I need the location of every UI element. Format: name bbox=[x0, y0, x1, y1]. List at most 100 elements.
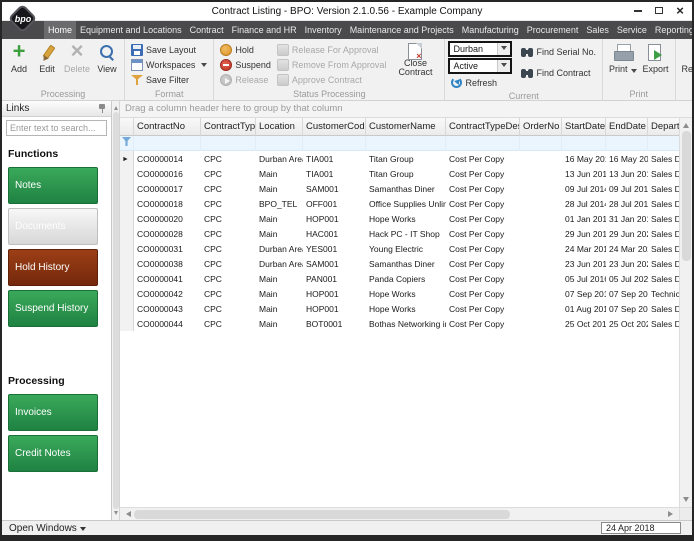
scroll-up-icon[interactable] bbox=[683, 120, 689, 128]
filter-cell-orderno[interactable] bbox=[520, 136, 562, 151]
filter-cell-contractno[interactable] bbox=[134, 136, 201, 151]
tab-equipment-and-locations[interactable]: Equipment and Locations bbox=[76, 21, 186, 39]
filter-cell-contracttypedesc[interactable] bbox=[446, 136, 520, 151]
pin-icon[interactable] bbox=[98, 103, 107, 114]
ribbon-button-find-serial-no[interactable]: Find Serial No. bbox=[518, 44, 599, 59]
table-row[interactable]: CO0000017 CPC Main SAM001 Samanthas Diner Cos… bbox=[120, 181, 679, 196]
column-header-startdate[interactable]: StartDate bbox=[562, 118, 606, 136]
ribbon-button-refresh[interactable]: Refresh bbox=[448, 75, 512, 90]
close-icon bbox=[676, 4, 684, 18]
sidebar-item-suspend-history[interactable]: Suspend History bbox=[8, 290, 98, 327]
date-field[interactable]: 24 Apr 2018 bbox=[601, 522, 681, 534]
tab-maintenance-and-projects[interactable]: Maintenance and Projects bbox=[346, 21, 458, 39]
table-row[interactable]: CO0000031 CPC Durban Area YES001 Young Elect… bbox=[120, 241, 679, 256]
grid-horizontal-scrollbar[interactable] bbox=[120, 507, 679, 520]
scrollbar-thumb[interactable] bbox=[134, 509, 511, 519]
status-col-1: Hold Suspend Release bbox=[217, 40, 274, 88]
ribbon-button-save-layout[interactable]: Save Layout bbox=[128, 42, 210, 57]
tab-sales[interactable]: Sales bbox=[582, 21, 613, 39]
column-header-customername[interactable]: CustomerName bbox=[366, 118, 446, 136]
table-cell: 16 May 2019 bbox=[606, 151, 648, 166]
ribbon-button-workspaces[interactable]: Workspaces bbox=[128, 57, 210, 72]
ribbon-button-reports[interactable]: Reports bbox=[679, 40, 692, 88]
close-button[interactable] bbox=[671, 3, 689, 18]
tab-finance-and-hr[interactable]: Finance and HR bbox=[228, 21, 301, 39]
sidebar-item-notes[interactable]: Notes bbox=[8, 167, 98, 204]
column-header-location[interactable]: Location bbox=[256, 118, 303, 136]
filter-cell-startdate[interactable] bbox=[562, 136, 606, 151]
chevron-down-icon bbox=[501, 45, 508, 53]
scroll-right-icon[interactable] bbox=[668, 511, 676, 517]
open-windows-button[interactable]: Open Windows bbox=[2, 523, 93, 534]
table-row[interactable]: CO0000018 CPC BPO_TEL OFF001 Office Supplies… bbox=[120, 196, 679, 211]
search-input[interactable] bbox=[6, 120, 107, 136]
status-filter-dropdown[interactable] bbox=[497, 60, 511, 72]
tab-manufacturing[interactable]: Manufacturing bbox=[458, 21, 523, 39]
tab-service[interactable]: Service bbox=[613, 21, 651, 39]
filter-cell-customername[interactable] bbox=[366, 136, 446, 151]
scroll-up-icon[interactable] bbox=[113, 104, 118, 110]
ribbon-button-hold[interactable]: Hold bbox=[217, 42, 274, 57]
ribbon-button-suspend[interactable]: Suspend bbox=[217, 57, 274, 72]
sidebar-item-invoices[interactable]: Invoices bbox=[8, 394, 98, 431]
table-row[interactable]: CO0000043 CPC Main HOP001 Hope Works Cost Per… bbox=[120, 301, 679, 316]
tab-inventory[interactable]: Inventory bbox=[301, 21, 346, 39]
status-filter-combo[interactable]: Active bbox=[448, 58, 513, 74]
ribbon-button-export[interactable]: Export bbox=[640, 40, 672, 88]
filter-cell-enddate[interactable] bbox=[606, 136, 648, 151]
ribbon-button-edit[interactable]: Edit bbox=[33, 40, 61, 88]
table-row[interactable]: CO0000044 CPC Main BOT0001 Bothas Networking… bbox=[120, 316, 679, 331]
scrollbar-thumb[interactable] bbox=[112, 112, 119, 509]
scroll-left-icon[interactable] bbox=[123, 511, 131, 517]
table-row[interactable]: CO0000042 CPC Main HOP001 Hope Works Cost Per… bbox=[120, 286, 679, 301]
column-header-departmentname[interactable]: DepartmentName bbox=[648, 118, 679, 136]
column-header-contractno[interactable]: ContractNo bbox=[134, 118, 201, 136]
table-cell: Hope Works bbox=[366, 211, 446, 226]
column-header-customercode[interactable]: CustomerCode bbox=[303, 118, 366, 136]
table-row[interactable]: CO0000014CPCDurban AreaTIA001Titan Group… bbox=[120, 151, 679, 166]
filter-icon bbox=[122, 137, 131, 146]
table-row[interactable]: CO0000038 CPC Durban Area SAM001 Samanthas D… bbox=[120, 256, 679, 271]
tab-reporting[interactable]: Reporting bbox=[651, 21, 692, 39]
group-by-hint[interactable]: Drag a column header here to group by th… bbox=[120, 101, 692, 118]
table-row[interactable]: CO0000028 CPC Main HAC001 Hack PC - IT Shop C… bbox=[120, 226, 679, 241]
status-col-2: Release For Approval Remove From Approval… bbox=[274, 40, 390, 88]
scroll-down-icon[interactable] bbox=[683, 497, 689, 505]
filter-cell-customercode[interactable] bbox=[303, 136, 366, 151]
tab-contract[interactable]: Contract bbox=[186, 21, 228, 39]
sidebar-item-credit-notes[interactable]: Credit Notes bbox=[8, 435, 98, 472]
window-controls bbox=[629, 3, 689, 18]
tab-home[interactable]: Home bbox=[44, 21, 77, 39]
table-cell: Cost Per Copy bbox=[446, 256, 520, 271]
sidebar-scrollbar[interactable] bbox=[112, 101, 120, 520]
filter-cell-departmentname[interactable] bbox=[648, 136, 679, 151]
scrollbar-thumb[interactable] bbox=[681, 131, 691, 261]
table-row[interactable]: CO0000041 CPC Main PAN001 Panda Copiers Cost … bbox=[120, 271, 679, 286]
row-indicator bbox=[120, 301, 134, 316]
ribbon-button-save-filter[interactable]: Save Filter bbox=[128, 72, 210, 87]
minimize-button[interactable] bbox=[629, 3, 647, 18]
maximize-button[interactable] bbox=[650, 3, 668, 18]
column-header-enddate[interactable]: EndDate bbox=[606, 118, 648, 136]
filter-cell-contracttype[interactable] bbox=[201, 136, 256, 151]
site-filter-dropdown[interactable] bbox=[497, 43, 511, 55]
column-header-orderno[interactable]: OrderNo bbox=[520, 118, 562, 136]
column-header-contracttypedesc[interactable]: ContractTypeDesc bbox=[446, 118, 520, 136]
ribbon-button-view[interactable]: View bbox=[93, 40, 121, 88]
sidebar-item-hold-history[interactable]: Hold History bbox=[8, 249, 98, 286]
ribbon-button-close-contract[interactable]: Close Contract bbox=[389, 40, 441, 88]
filter-cell-location[interactable] bbox=[256, 136, 303, 151]
grid-vertical-scrollbar[interactable] bbox=[679, 118, 692, 507]
ribbon-button-add[interactable]: Add bbox=[5, 40, 33, 88]
table-cell: 07 Sep 2021 bbox=[606, 301, 648, 316]
table-row[interactable]: CO0000020 CPC Main HOP001 Hope Works Cost Per… bbox=[120, 211, 679, 226]
column-header-contracttype[interactable]: ContractType bbox=[201, 118, 256, 136]
tab-procurement[interactable]: Procurement bbox=[523, 21, 583, 39]
ribbon-button-find-contract[interactable]: Find Contract bbox=[518, 65, 599, 80]
sidebar-item-documents[interactable]: Documents bbox=[8, 208, 98, 245]
ribbon-button-print[interactable]: Print bbox=[606, 40, 640, 88]
main-area: Links Functions Notes Documents Hold Histor… bbox=[2, 101, 692, 520]
table-row[interactable]: CO0000016 CPC Main TIA001 Titan Group Cost Pe… bbox=[120, 166, 679, 181]
scroll-down-icon[interactable] bbox=[113, 511, 118, 517]
site-filter-combo[interactable]: Durban bbox=[448, 41, 513, 57]
